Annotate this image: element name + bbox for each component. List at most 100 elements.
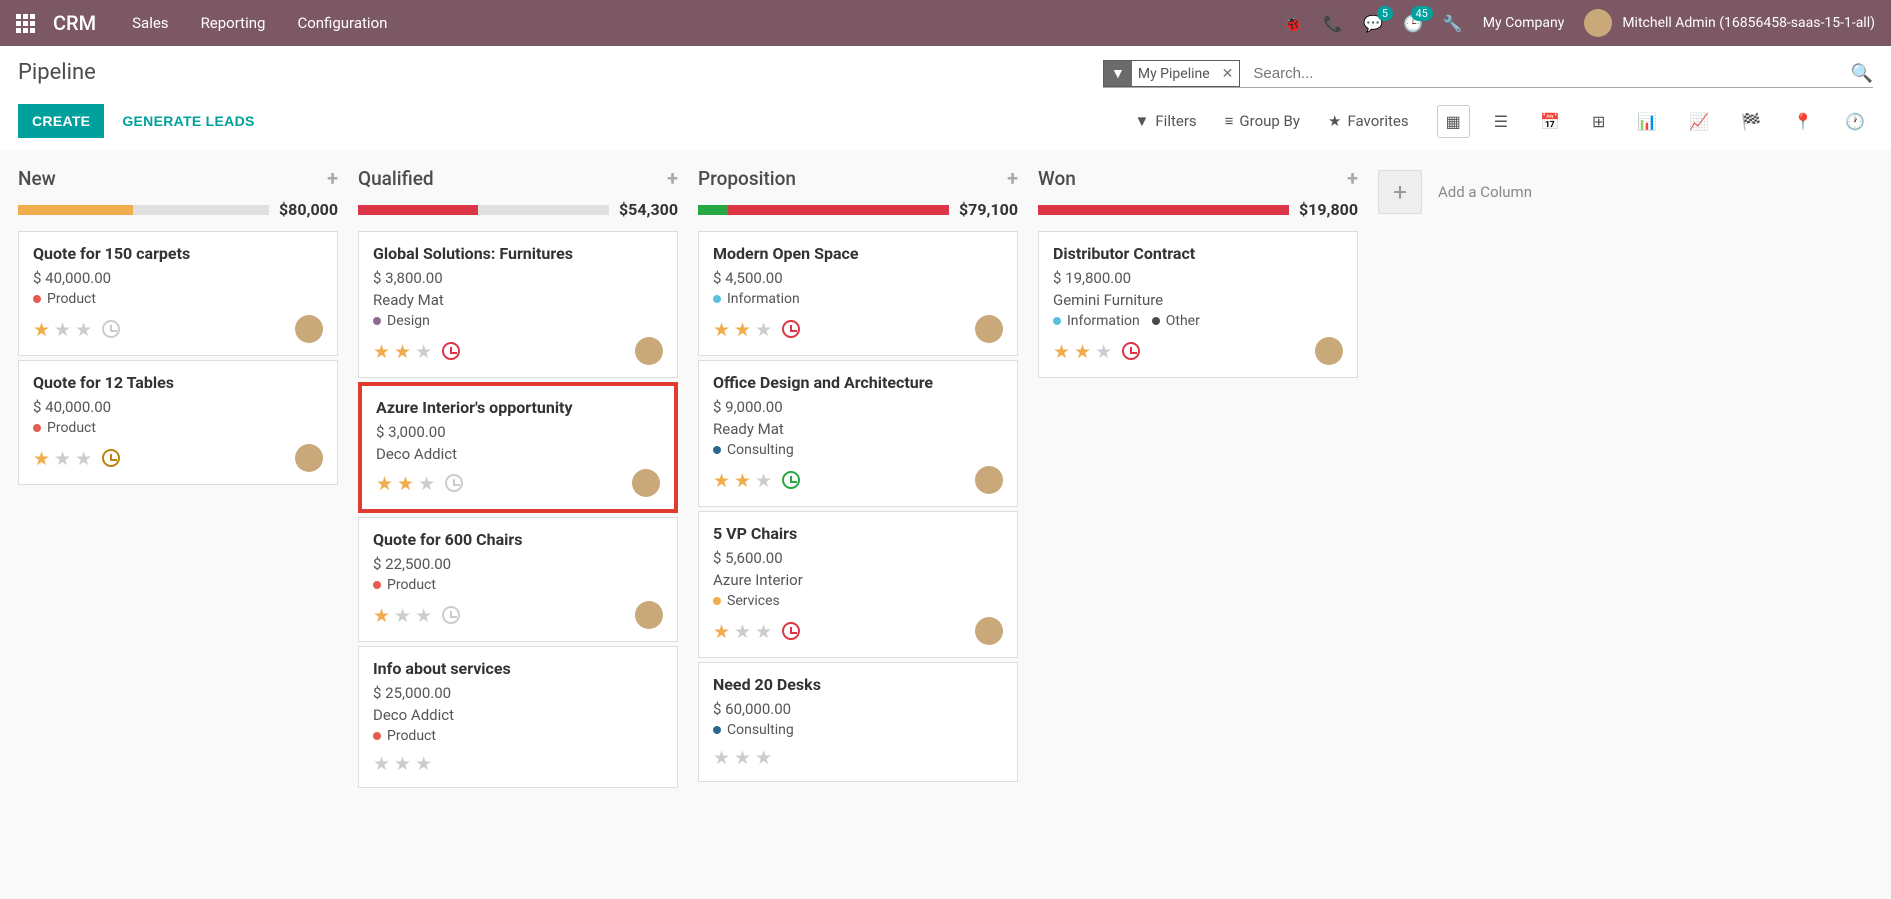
star-icon[interactable]: ★ <box>1074 340 1091 363</box>
wrench-icon[interactable]: 🔧 <box>1443 14 1463 33</box>
star-icon[interactable]: ★ <box>394 604 411 627</box>
star-icon[interactable]: ★ <box>75 318 92 341</box>
search-icon[interactable]: 🔍 <box>1851 63 1873 84</box>
kanban-card[interactable]: Distributor Contract$ 19,800.00Gemini Fu… <box>1038 231 1358 378</box>
assignee-avatar[interactable] <box>635 337 663 365</box>
clock-icon[interactable] <box>102 449 120 467</box>
search-input[interactable] <box>1248 60 1842 87</box>
kanban-card[interactable]: Azure Interior's opportunity$ 3,000.00De… <box>358 382 678 513</box>
star-icon[interactable]: ★ <box>373 340 390 363</box>
priority-stars[interactable]: ★★★ <box>713 469 800 492</box>
clock-icon[interactable] <box>102 320 120 338</box>
star-icon[interactable]: ★ <box>33 318 50 341</box>
add-column-button[interactable]: + <box>1378 170 1422 214</box>
priority-stars[interactable]: ★★★ <box>1053 340 1140 363</box>
kanban-view-icon[interactable]: ▦ <box>1437 105 1470 138</box>
kanban-card[interactable]: Office Design and Architecture$ 9,000.00… <box>698 360 1018 507</box>
calendar-view-icon[interactable]: 📅 <box>1532 106 1568 137</box>
assignee-avatar[interactable] <box>635 601 663 629</box>
star-icon[interactable]: ★ <box>415 604 432 627</box>
star-icon[interactable]: ★ <box>734 469 751 492</box>
activities-icon[interactable]: 🕒45 <box>1403 14 1423 33</box>
star-icon[interactable]: ★ <box>415 752 432 775</box>
star-icon[interactable]: ★ <box>394 340 411 363</box>
user-menu[interactable]: Mitchell Admin (16856458-saas-15-1-all) <box>1584 9 1875 37</box>
priority-stars[interactable]: ★★★ <box>33 447 120 470</box>
messages-icon[interactable]: 💬5 <box>1363 14 1383 33</box>
star-icon[interactable]: ★ <box>755 469 772 492</box>
star-icon[interactable]: ★ <box>376 472 393 495</box>
priority-stars[interactable]: ★★★ <box>373 604 460 627</box>
column-add-icon[interactable]: + <box>1007 166 1018 190</box>
company-switcher[interactable]: My Company <box>1483 15 1565 31</box>
priority-stars[interactable]: ★★★ <box>373 340 460 363</box>
star-icon[interactable]: ★ <box>1095 340 1112 363</box>
clock-icon[interactable] <box>1122 342 1140 360</box>
kanban-card[interactable]: Info about services$ 25,000.00Deco Addic… <box>358 646 678 788</box>
priority-stars[interactable]: ★★★ <box>33 318 120 341</box>
close-icon[interactable]: ✕ <box>1216 63 1240 85</box>
star-icon[interactable]: ★ <box>418 472 435 495</box>
priority-stars[interactable]: ★★★ <box>713 620 800 643</box>
assignee-avatar[interactable] <box>975 315 1003 343</box>
star-icon[interactable]: ★ <box>394 752 411 775</box>
apps-icon[interactable] <box>16 14 35 33</box>
add-column-label[interactable]: Add a Column <box>1438 183 1532 201</box>
activity-view-icon[interactable]: 🕐 <box>1837 106 1873 137</box>
nav-sales[interactable]: Sales <box>132 14 168 32</box>
priority-stars[interactable]: ★★★ <box>713 318 800 341</box>
priority-stars[interactable]: ★★★ <box>713 746 772 769</box>
nav-reporting[interactable]: Reporting <box>201 14 266 32</box>
kanban-card[interactable]: Quote for 150 carpets$ 40,000.00Product★… <box>18 231 338 356</box>
star-icon[interactable]: ★ <box>33 447 50 470</box>
clock-icon[interactable] <box>442 342 460 360</box>
assignee-avatar[interactable] <box>975 466 1003 494</box>
star-icon[interactable]: ★ <box>373 604 390 627</box>
bug-icon[interactable]: 🐞 <box>1283 14 1303 33</box>
groupby-dropdown[interactable]: ≡Group By <box>1225 112 1300 130</box>
kanban-card[interactable]: Modern Open Space$ 4,500.00Information★★… <box>698 231 1018 356</box>
favorites-dropdown[interactable]: ★Favorites <box>1328 112 1409 130</box>
star-icon[interactable]: ★ <box>755 318 772 341</box>
star-icon[interactable]: ★ <box>755 620 772 643</box>
list-view-icon[interactable]: ☰ <box>1486 106 1516 137</box>
star-icon[interactable]: ★ <box>397 472 414 495</box>
star-icon[interactable]: ★ <box>734 620 751 643</box>
phone-icon[interactable]: 📞 <box>1323 14 1343 33</box>
kanban-card[interactable]: Global Solutions: Furnitures$ 3,800.00Re… <box>358 231 678 378</box>
assignee-avatar[interactable] <box>632 469 660 497</box>
star-icon[interactable]: ★ <box>1053 340 1070 363</box>
star-icon[interactable]: ★ <box>713 746 730 769</box>
star-icon[interactable]: ★ <box>75 447 92 470</box>
pivot-view-icon[interactable]: ⊞ <box>1584 106 1613 137</box>
filters-dropdown[interactable]: ▼Filters <box>1135 112 1197 130</box>
clock-icon[interactable] <box>442 606 460 624</box>
kanban-card[interactable]: 5 VP Chairs$ 5,600.00Azure InteriorServi… <box>698 511 1018 658</box>
assignee-avatar[interactable] <box>975 617 1003 645</box>
column-add-icon[interactable]: + <box>667 166 678 190</box>
dashboard-view-icon[interactable]: 🏁 <box>1733 106 1769 137</box>
star-icon[interactable]: ★ <box>713 620 730 643</box>
star-icon[interactable]: ★ <box>54 318 71 341</box>
star-icon[interactable]: ★ <box>734 318 751 341</box>
star-icon[interactable]: ★ <box>54 447 71 470</box>
priority-stars[interactable]: ★★★ <box>373 752 432 775</box>
assignee-avatar[interactable] <box>295 444 323 472</box>
star-icon[interactable]: ★ <box>713 469 730 492</box>
kanban-card[interactable]: Quote for 12 Tables$ 40,000.00Product★★★ <box>18 360 338 485</box>
column-add-icon[interactable]: + <box>1347 166 1358 190</box>
brand[interactable]: CRM <box>53 11 96 35</box>
star-icon[interactable]: ★ <box>755 746 772 769</box>
clock-icon[interactable] <box>445 474 463 492</box>
star-icon[interactable]: ★ <box>734 746 751 769</box>
column-add-icon[interactable]: + <box>327 166 338 190</box>
assignee-avatar[interactable] <box>295 315 323 343</box>
generate-leads-button[interactable]: GENERATE LEADS <box>122 113 254 129</box>
priority-stars[interactable]: ★★★ <box>376 472 463 495</box>
filter-chip[interactable]: ▼ My Pipeline ✕ <box>1103 60 1240 87</box>
graph-view-icon[interactable]: 📊 <box>1629 106 1665 137</box>
kanban-card[interactable]: Quote for 600 Chairs$ 22,500.00Product★★… <box>358 517 678 642</box>
assignee-avatar[interactable] <box>1315 337 1343 365</box>
star-icon[interactable]: ★ <box>415 340 432 363</box>
clock-icon[interactable] <box>782 320 800 338</box>
